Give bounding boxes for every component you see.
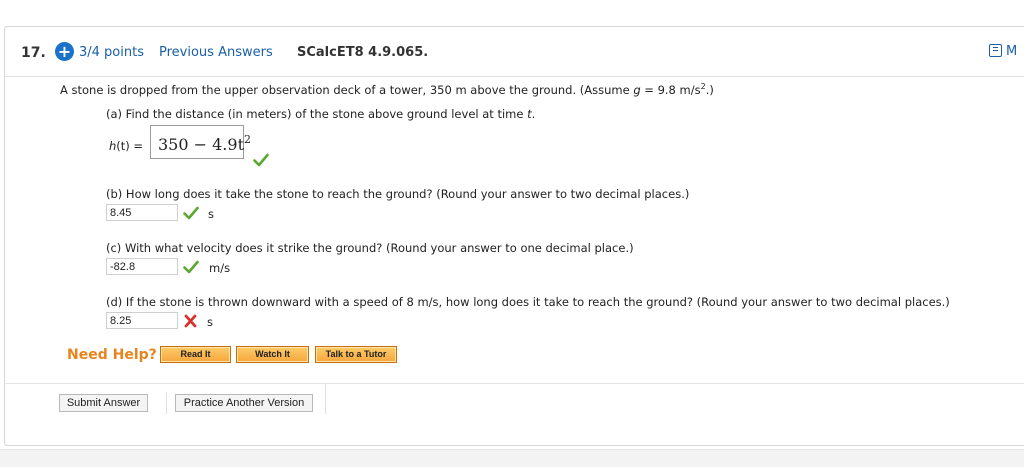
- part-c-unit: m/s: [209, 261, 231, 275]
- part-d-unit: s: [207, 315, 213, 329]
- my-notes-link[interactable]: M: [989, 44, 1017, 59]
- talk-to-tutor-button[interactable]: Talk to a Tutor: [315, 346, 397, 363]
- submit-answer-button[interactable]: Submit Answer: [59, 394, 148, 412]
- points-label: 3/4 points: [79, 45, 144, 60]
- part-d-answer-field[interactable]: [106, 312, 178, 329]
- practice-another-version-button[interactable]: Practice Another Version: [175, 394, 313, 412]
- footer-button-separator: [166, 392, 167, 414]
- part-a-label: h(t) =: [109, 139, 144, 153]
- part-b-answer-field[interactable]: [106, 204, 178, 221]
- notes-icon: [989, 44, 1002, 57]
- problem-id: SCalcET8 4.9.065.: [297, 45, 429, 60]
- previous-answers-link[interactable]: Previous Answers: [159, 45, 273, 60]
- part-d-prompt: (d) If the stone is thrown downward with…: [106, 295, 950, 309]
- part-b-unit: s: [208, 207, 214, 221]
- footer-divider: [5, 383, 1024, 384]
- next-question-strip: [0, 449, 1024, 467]
- part-c-answer-field[interactable]: [106, 258, 178, 275]
- part-b-prompt: (b) How long does it take the stone to r…: [106, 187, 690, 201]
- part-c-check-icon: [183, 260, 199, 274]
- part-d-cross-icon: [184, 314, 197, 328]
- question-card: 17. + 3/4 points Previous Answers SCalcE…: [4, 26, 1024, 446]
- problem-statement: A stone is dropped from the upper observ…: [60, 82, 714, 97]
- part-a-prompt: (a) Find the distance (in meters) of the…: [106, 107, 536, 121]
- part-b-check-icon: [183, 206, 199, 220]
- footer-right-separator: [325, 384, 326, 414]
- part-c-prompt: (c) With what velocity does it strike th…: [106, 241, 634, 255]
- part-a-check-icon: [253, 153, 269, 167]
- question-header: 17. + 3/4 points Previous Answers SCalcE…: [5, 27, 1024, 77]
- watch-it-button[interactable]: Watch It: [236, 346, 309, 363]
- read-it-button[interactable]: Read It: [160, 346, 231, 363]
- question-number: 17.: [21, 45, 46, 61]
- my-notes-label: M: [1006, 44, 1018, 59]
- need-help-label: Need Help?: [67, 347, 157, 363]
- part-a-answer-field[interactable]: 350 − 4.9t2: [150, 125, 251, 159]
- plus-circle-icon[interactable]: +: [55, 42, 74, 61]
